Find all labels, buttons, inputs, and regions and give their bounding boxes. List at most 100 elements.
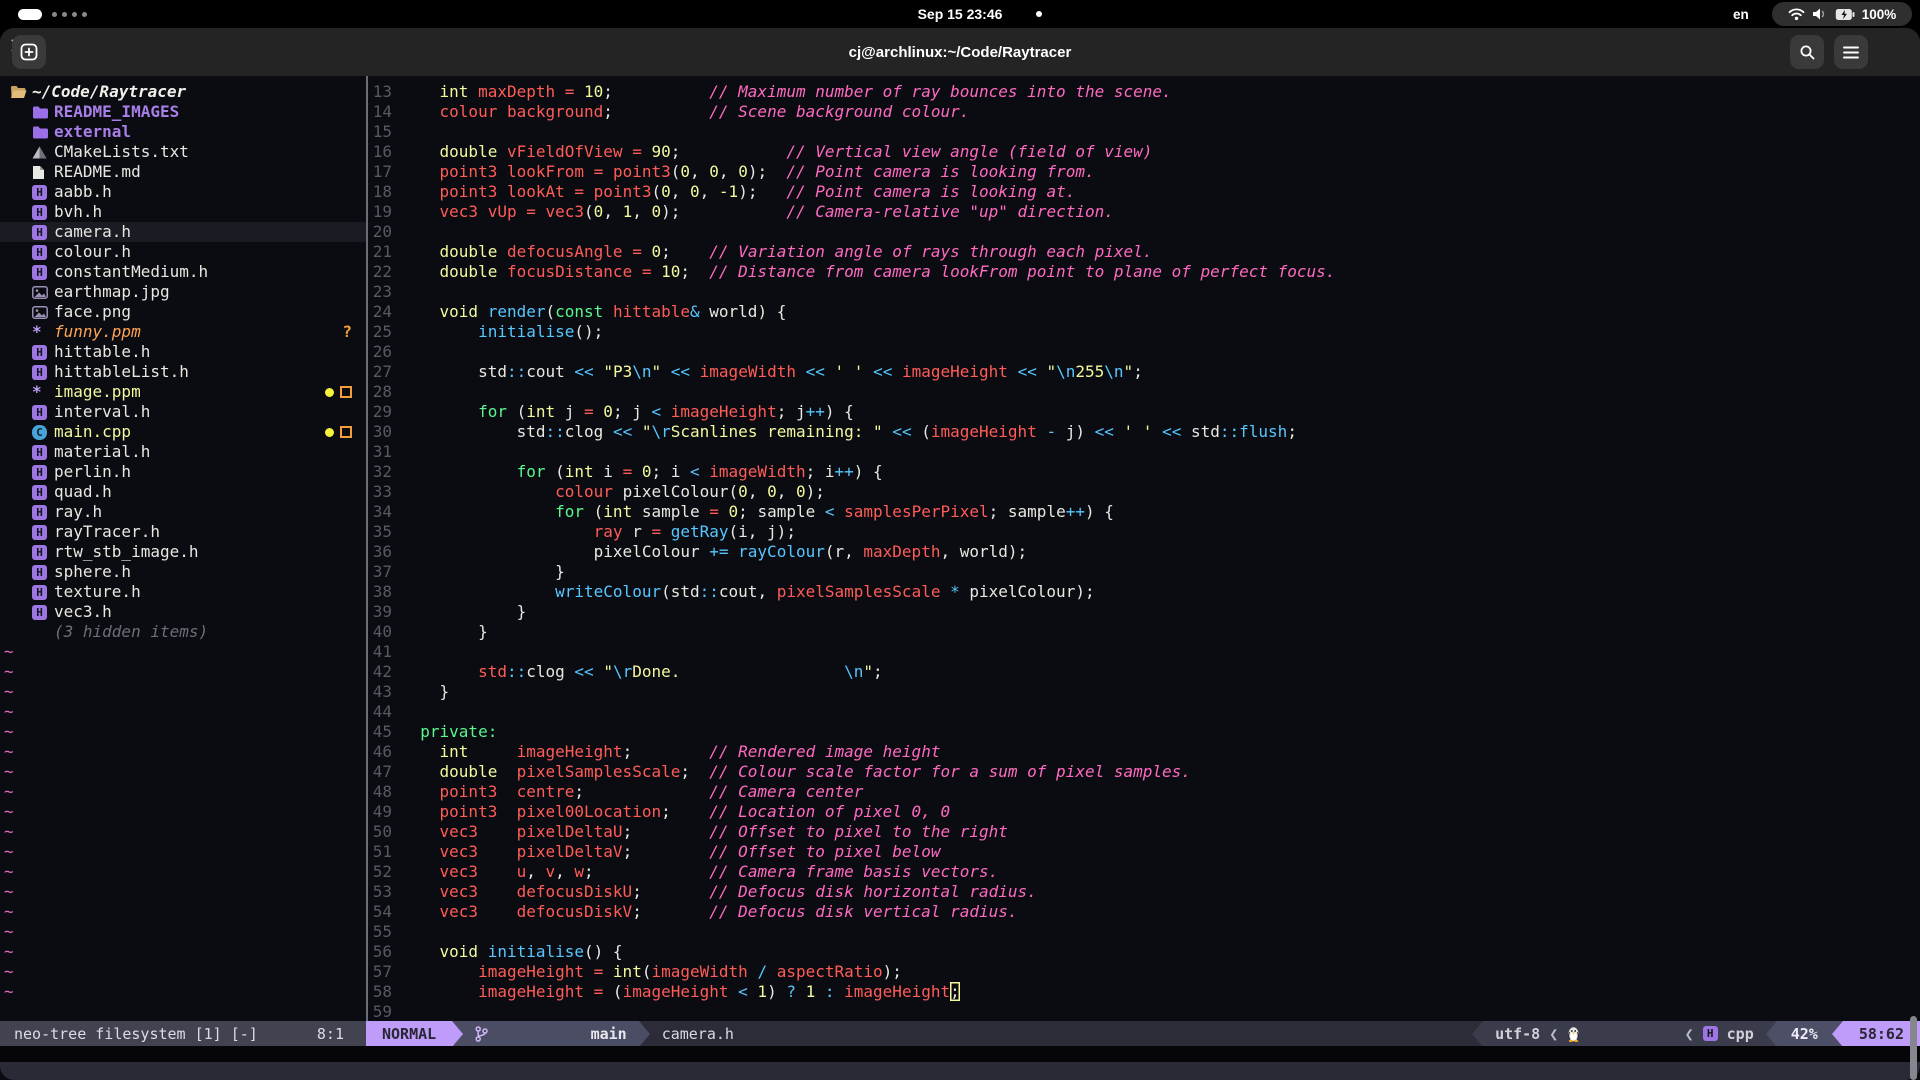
scrollbar-thumb[interactable] bbox=[1910, 1016, 1917, 1080]
git-modified-dot bbox=[325, 388, 334, 397]
code-line-53[interactable]: 53 vec3 defocusDiskU; // Defocus disk ho… bbox=[368, 882, 1920, 902]
code-line-37[interactable]: 37 } bbox=[368, 562, 1920, 582]
tree-item-camera.h[interactable]: Hcamera.h bbox=[0, 222, 366, 242]
tree-item-hittable.h[interactable]: Hhittable.h bbox=[0, 342, 366, 362]
line-number: 42 bbox=[368, 662, 392, 682]
search-button[interactable] bbox=[1790, 35, 1824, 69]
cpp-file-icon: C bbox=[32, 425, 54, 440]
code-line-32[interactable]: 32 for (int i = 0; i < imageWidth; i++) … bbox=[368, 462, 1920, 482]
code-line-39[interactable]: 39 } bbox=[368, 602, 1920, 622]
keyboard-layout[interactable]: en bbox=[1733, 0, 1749, 28]
line-number: 46 bbox=[368, 742, 392, 762]
code-line-51[interactable]: 51 vec3 pixelDeltaV; // Offset to pixel … bbox=[368, 842, 1920, 862]
tree-item-hittableList.h[interactable]: HhittableList.h bbox=[0, 362, 366, 382]
tree-item-quad.h[interactable]: Hquad.h bbox=[0, 482, 366, 502]
tree-item-main.cpp[interactable]: Cmain.cpp bbox=[0, 422, 366, 442]
code-line-22[interactable]: 22 double focusDistance = 10; // Distanc… bbox=[368, 262, 1920, 282]
code-line-48[interactable]: 48 point3 centre; // Camera center bbox=[368, 782, 1920, 802]
code-line-17[interactable]: 17 point3 lookFrom = point3(0, 0, 0); //… bbox=[368, 162, 1920, 182]
code-line-47[interactable]: 47 double pixelSamplesScale; // Colour s… bbox=[368, 762, 1920, 782]
code-line-34[interactable]: 34 for (int sample = 0; sample < samples… bbox=[368, 502, 1920, 522]
tree-root[interactable]: ~/Code/Raytracer bbox=[0, 82, 366, 102]
tree-item-README-IMAGES[interactable]: README_IMAGES bbox=[0, 102, 366, 122]
menu-button[interactable] bbox=[1834, 35, 1868, 69]
tree-item-ray.h[interactable]: Hray.h bbox=[0, 502, 366, 522]
code-line-30[interactable]: 30 std::clog << "\rScanlines remaining: … bbox=[368, 422, 1920, 442]
tree-item-face.png[interactable]: face.png bbox=[0, 302, 366, 322]
code-line-57[interactable]: 57 imageHeight = int(imageWidth / aspect… bbox=[368, 962, 1920, 982]
code-line-14[interactable]: 14 colour background; // Scene backgroun… bbox=[368, 102, 1920, 122]
tree-item-image.ppm[interactable]: *image.ppm bbox=[0, 382, 366, 402]
code-line-24[interactable]: 24 void render(const hittable& world) { bbox=[368, 302, 1920, 322]
line-text: std::clog << "\rScanlines remaining: " <… bbox=[401, 422, 1297, 442]
tree-item-interval.h[interactable]: Hinterval.h bbox=[0, 402, 366, 422]
code-line-44[interactable]: 44 bbox=[368, 702, 1920, 722]
tree-item-rayTracer.h[interactable]: HrayTracer.h bbox=[0, 522, 366, 542]
system-status-area[interactable]: 100% bbox=[1772, 2, 1912, 26]
empty-buffer-tilde: ~ bbox=[0, 862, 366, 882]
code-line-50[interactable]: 50 vec3 pixelDeltaU; // Offset to pixel … bbox=[368, 822, 1920, 842]
tree-item-aabb.h[interactable]: Haabb.h bbox=[0, 182, 366, 202]
code-line-59[interactable]: 59 bbox=[368, 1002, 1920, 1021]
code-line-28[interactable]: 28 bbox=[368, 382, 1920, 402]
code-line-27[interactable]: 27 std::cout << "P3\n" << imageWidth << … bbox=[368, 362, 1920, 382]
tree-item-bvh.h[interactable]: Hbvh.h bbox=[0, 202, 366, 222]
code-line-55[interactable]: 55 bbox=[368, 922, 1920, 942]
tree-item-sphere.h[interactable]: Hsphere.h bbox=[0, 562, 366, 582]
window-title[interactable]: cj@archlinux:~/Code/Raytracer bbox=[0, 28, 1920, 76]
tree-item-external[interactable]: external bbox=[0, 122, 366, 142]
tree-item-constantMedium.h[interactable]: HconstantMedium.h bbox=[0, 262, 366, 282]
powerline-arrow bbox=[452, 1021, 463, 1047]
code-line-49[interactable]: 49 point3 pixel00Location; // Location o… bbox=[368, 802, 1920, 822]
code-line-13[interactable]: 13 int maxDepth = 10; // Maximum number … bbox=[368, 82, 1920, 102]
tree-item-README.md[interactable]: README.md bbox=[0, 162, 366, 182]
clock[interactable]: Sep 15 23:46 bbox=[0, 0, 1920, 28]
neotree-sidebar[interactable]: ~/Code/RaytracerREADME_IMAGESexternalCMa… bbox=[0, 76, 366, 1021]
h-file-icon: H bbox=[32, 205, 54, 220]
code-line-35[interactable]: 35 ray r = getRay(i, j); bbox=[368, 522, 1920, 542]
line-number: 34 bbox=[368, 502, 392, 522]
code-line-16[interactable]: 16 double vFieldOfView = 90; // Vertical… bbox=[368, 142, 1920, 162]
tree-item-colour.h[interactable]: Hcolour.h bbox=[0, 242, 366, 262]
tree-item-label: funny.ppm bbox=[54, 322, 141, 342]
code-line-15[interactable]: 15 bbox=[368, 122, 1920, 142]
code-line-31[interactable]: 31 bbox=[368, 442, 1920, 462]
code-line-56[interactable]: 56 void initialise() { bbox=[368, 942, 1920, 962]
empty-buffer-tilde: ~ bbox=[0, 922, 366, 942]
h-file-icon: H bbox=[32, 585, 54, 600]
code-line-26[interactable]: 26 bbox=[368, 342, 1920, 362]
tree-item-rtw-stb-image.h[interactable]: Hrtw_stb_image.h bbox=[0, 542, 366, 562]
code-line-29[interactable]: 29 for (int j = 0; j < imageHeight; j++)… bbox=[368, 402, 1920, 422]
code-line-58[interactable]: 58 imageHeight = (imageHeight < 1) ? 1 :… bbox=[368, 982, 1920, 1002]
code-line-43[interactable]: 43 } bbox=[368, 682, 1920, 702]
code-line-42[interactable]: 42 std::clog << "\rDone. \n"; bbox=[368, 662, 1920, 682]
code-line-18[interactable]: 18 point3 lookAt = point3(0, 0, -1); // … bbox=[368, 182, 1920, 202]
code-line-38[interactable]: 38 writeColour(std::cout, pixelSamplesSc… bbox=[368, 582, 1920, 602]
tree-item-earthmap.jpg[interactable]: earthmap.jpg bbox=[0, 282, 366, 302]
powerline-arrow bbox=[1832, 1021, 1843, 1047]
tree-item-perlin.h[interactable]: Hperlin.h bbox=[0, 462, 366, 482]
tree-item-texture.h[interactable]: Htexture.h bbox=[0, 582, 366, 602]
tree-item-funny.ppm[interactable]: *funny.ppm? bbox=[0, 322, 366, 342]
code-line-36[interactable]: 36 pixelColour += rayColour(r, maxDepth,… bbox=[368, 542, 1920, 562]
code-line-25[interactable]: 25 initialise(); bbox=[368, 322, 1920, 342]
code-line-21[interactable]: 21 double defocusAngle = 0; // Variation… bbox=[368, 242, 1920, 262]
tree-item--3-hidden-items-[interactable]: (3 hidden items) bbox=[0, 622, 366, 642]
git-branch-segment: main bbox=[463, 1021, 639, 1046]
code-line-46[interactable]: 46 int imageHeight; // Rendered image he… bbox=[368, 742, 1920, 762]
code-line-52[interactable]: 52 vec3 u, v, w; // Camera frame basis v… bbox=[368, 862, 1920, 882]
code-line-40[interactable]: 40 } bbox=[368, 622, 1920, 642]
code-line-54[interactable]: 54 vec3 defocusDiskV; // Defocus disk ve… bbox=[368, 902, 1920, 922]
code-line-20[interactable]: 20 bbox=[368, 222, 1920, 242]
code-line-19[interactable]: 19 vec3 vUp = vec3(0, 1, 0); // Camera-r… bbox=[368, 202, 1920, 222]
code-line-33[interactable]: 33 colour pixelColour(0, 0, 0); bbox=[368, 482, 1920, 502]
tree-item-material.h[interactable]: Hmaterial.h bbox=[0, 442, 366, 462]
tree-item-CMakeLists.txt[interactable]: CMakeLists.txt bbox=[0, 142, 366, 162]
code-line-45[interactable]: 45 private: bbox=[368, 722, 1920, 742]
empty-buffer-tilde: ~ bbox=[0, 742, 366, 762]
code-line-41[interactable]: 41 bbox=[368, 642, 1920, 662]
tree-item-vec3.h[interactable]: Hvec3.h bbox=[0, 602, 366, 622]
code-line-23[interactable]: 23 bbox=[368, 282, 1920, 302]
tree-item-label: README_IMAGES bbox=[54, 102, 179, 122]
code-buffer[interactable]: 13 int maxDepth = 10; // Maximum number … bbox=[368, 76, 1920, 1021]
